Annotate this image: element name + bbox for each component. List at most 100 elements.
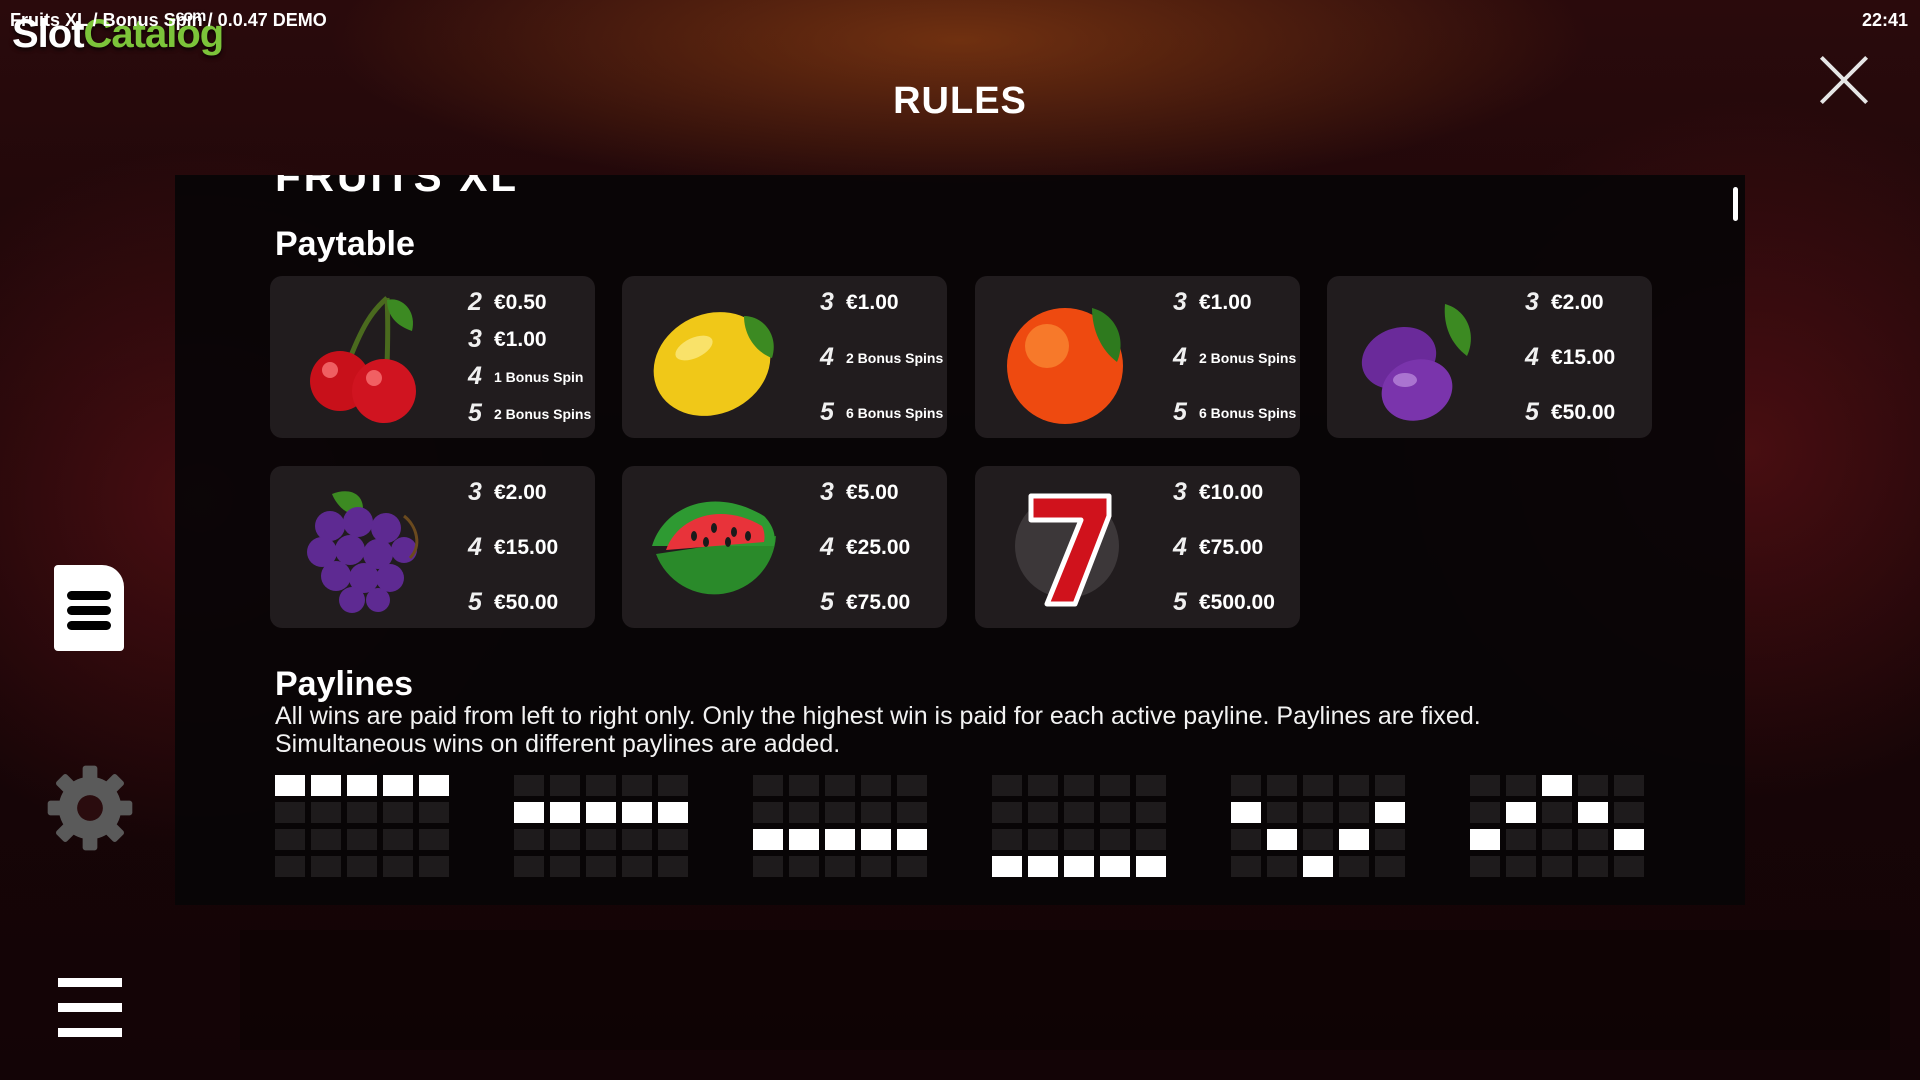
game-title: FRUITS XL (275, 175, 519, 200)
payline-cell (1028, 775, 1058, 796)
payline-cell (622, 829, 652, 850)
payline-cell (1267, 775, 1297, 796)
plum-icon (1361, 304, 1471, 421)
payline-cell (1100, 775, 1130, 796)
payline-cell (1506, 856, 1536, 877)
document-icon[interactable] (54, 565, 124, 651)
payline-cell (825, 775, 855, 796)
payline-cell (1136, 802, 1166, 823)
payline-cell-active (347, 775, 377, 796)
payline-cell (992, 775, 1022, 796)
payline-cell (753, 802, 783, 823)
paylines-text-1: All wins are paid from left to right onl… (275, 702, 1481, 730)
payline-cell-active (658, 802, 688, 823)
payline-cell (1578, 775, 1608, 796)
payline-cell-active (586, 802, 616, 823)
payline-cell (347, 856, 377, 877)
paylines-description: All wins are paid from left to right onl… (275, 702, 1675, 758)
payline-cell (1542, 802, 1572, 823)
payline-cell (1028, 802, 1058, 823)
payline-cell-active (1267, 829, 1297, 850)
payline-cell (1578, 829, 1608, 850)
payline-cell (1100, 802, 1130, 823)
payline-cell-active (622, 802, 652, 823)
paytable-title: Paytable (275, 225, 415, 263)
lemon-icon (653, 312, 774, 416)
clock: 22:41 (1861, 10, 1908, 30)
payline-cell (1614, 856, 1644, 877)
payline-cell (658, 829, 688, 850)
payline-cell (861, 856, 891, 877)
payline-cell (897, 856, 927, 877)
paytable-card-watermelon: 3 €5.00 4 €25.00 5 €75.00 (622, 466, 947, 628)
payline-cell (1375, 829, 1405, 850)
payline-diagram-6 (1470, 775, 1644, 877)
paylines-title: Paylines (275, 665, 413, 703)
payline-cell (1028, 829, 1058, 850)
rules-panel[interactable]: FRUITS XL Paytable 2 €0.50 3 €1.00 41 Bonu… (175, 175, 1745, 905)
payline-cell (586, 829, 616, 850)
payline-cell-active (1303, 856, 1333, 877)
payline-cell (419, 829, 449, 850)
payline-cell (1506, 829, 1536, 850)
game-info: Fruits XL / Bonus Spin / 0.0.47 DEMO (10, 10, 327, 30)
orange-icon (1007, 308, 1123, 424)
payline-cell-active (311, 775, 341, 796)
menu-icon[interactable] (58, 978, 122, 1038)
payline-cell (753, 856, 783, 877)
payline-cell (622, 856, 652, 877)
gear-icon[interactable] (44, 758, 136, 858)
payline-cell (275, 856, 305, 877)
payline-cell (1231, 829, 1261, 850)
paylines-text-2: Simultaneous wins on different paylines … (275, 730, 841, 758)
payline-cell-active (514, 802, 544, 823)
payline-cell (897, 775, 927, 796)
payline-cell-active (861, 829, 891, 850)
payline-cell-active (419, 775, 449, 796)
paytable-card-seven: 3 €10.00 4 €75.00 5 €500.00 (975, 466, 1300, 628)
payline-cell (1136, 829, 1166, 850)
seven-icon (1015, 493, 1119, 607)
paytable-card-cherry: 2 €0.50 3 €1.00 41 Bonus Spin 52 Bonus Spi… (270, 276, 595, 438)
payline-cell (1267, 802, 1297, 823)
payline-cell (311, 802, 341, 823)
payline-diagram-4 (992, 775, 1166, 877)
payline-cell (1470, 856, 1500, 877)
payline-cell-active (1375, 802, 1405, 823)
payline-cell-active (897, 829, 927, 850)
payline-cell (789, 856, 819, 877)
payline-cell-active (1339, 829, 1369, 850)
payline-diagram-1 (275, 775, 449, 877)
payline-cell-active (789, 829, 819, 850)
grapes-icon (307, 491, 419, 613)
payline-cell (383, 802, 413, 823)
payline-cell (789, 775, 819, 796)
payline-cell-active (275, 775, 305, 796)
payline-diagram-3 (753, 775, 927, 877)
payline-cell (1231, 775, 1261, 796)
payline-cell (347, 802, 377, 823)
scrollbar-thumb[interactable] (1733, 187, 1738, 221)
payline-cell (622, 775, 652, 796)
payline-cell (861, 802, 891, 823)
payline-diagram-2 (514, 775, 688, 877)
cherry-icon (310, 296, 416, 423)
payline-cell (753, 775, 783, 796)
payline-cell (1470, 775, 1500, 796)
payline-cell-active (1231, 802, 1261, 823)
close-button[interactable] (1818, 54, 1870, 106)
payline-cell (1231, 856, 1261, 877)
payline-cell (1303, 775, 1333, 796)
payline-cell (275, 829, 305, 850)
payline-cell (1267, 856, 1297, 877)
payline-cell-active (1506, 802, 1536, 823)
payline-cell (586, 775, 616, 796)
payline-cell (550, 856, 580, 877)
payline-cell (1375, 856, 1405, 877)
payline-cell-active (1542, 775, 1572, 796)
payline-cell-active (1470, 829, 1500, 850)
paytable-card-lemon: 3 €1.00 42 Bonus Spins 56 Bonus Spins (622, 276, 947, 438)
payline-cell (992, 802, 1022, 823)
payline-cell (311, 856, 341, 877)
payline-cell (992, 829, 1022, 850)
